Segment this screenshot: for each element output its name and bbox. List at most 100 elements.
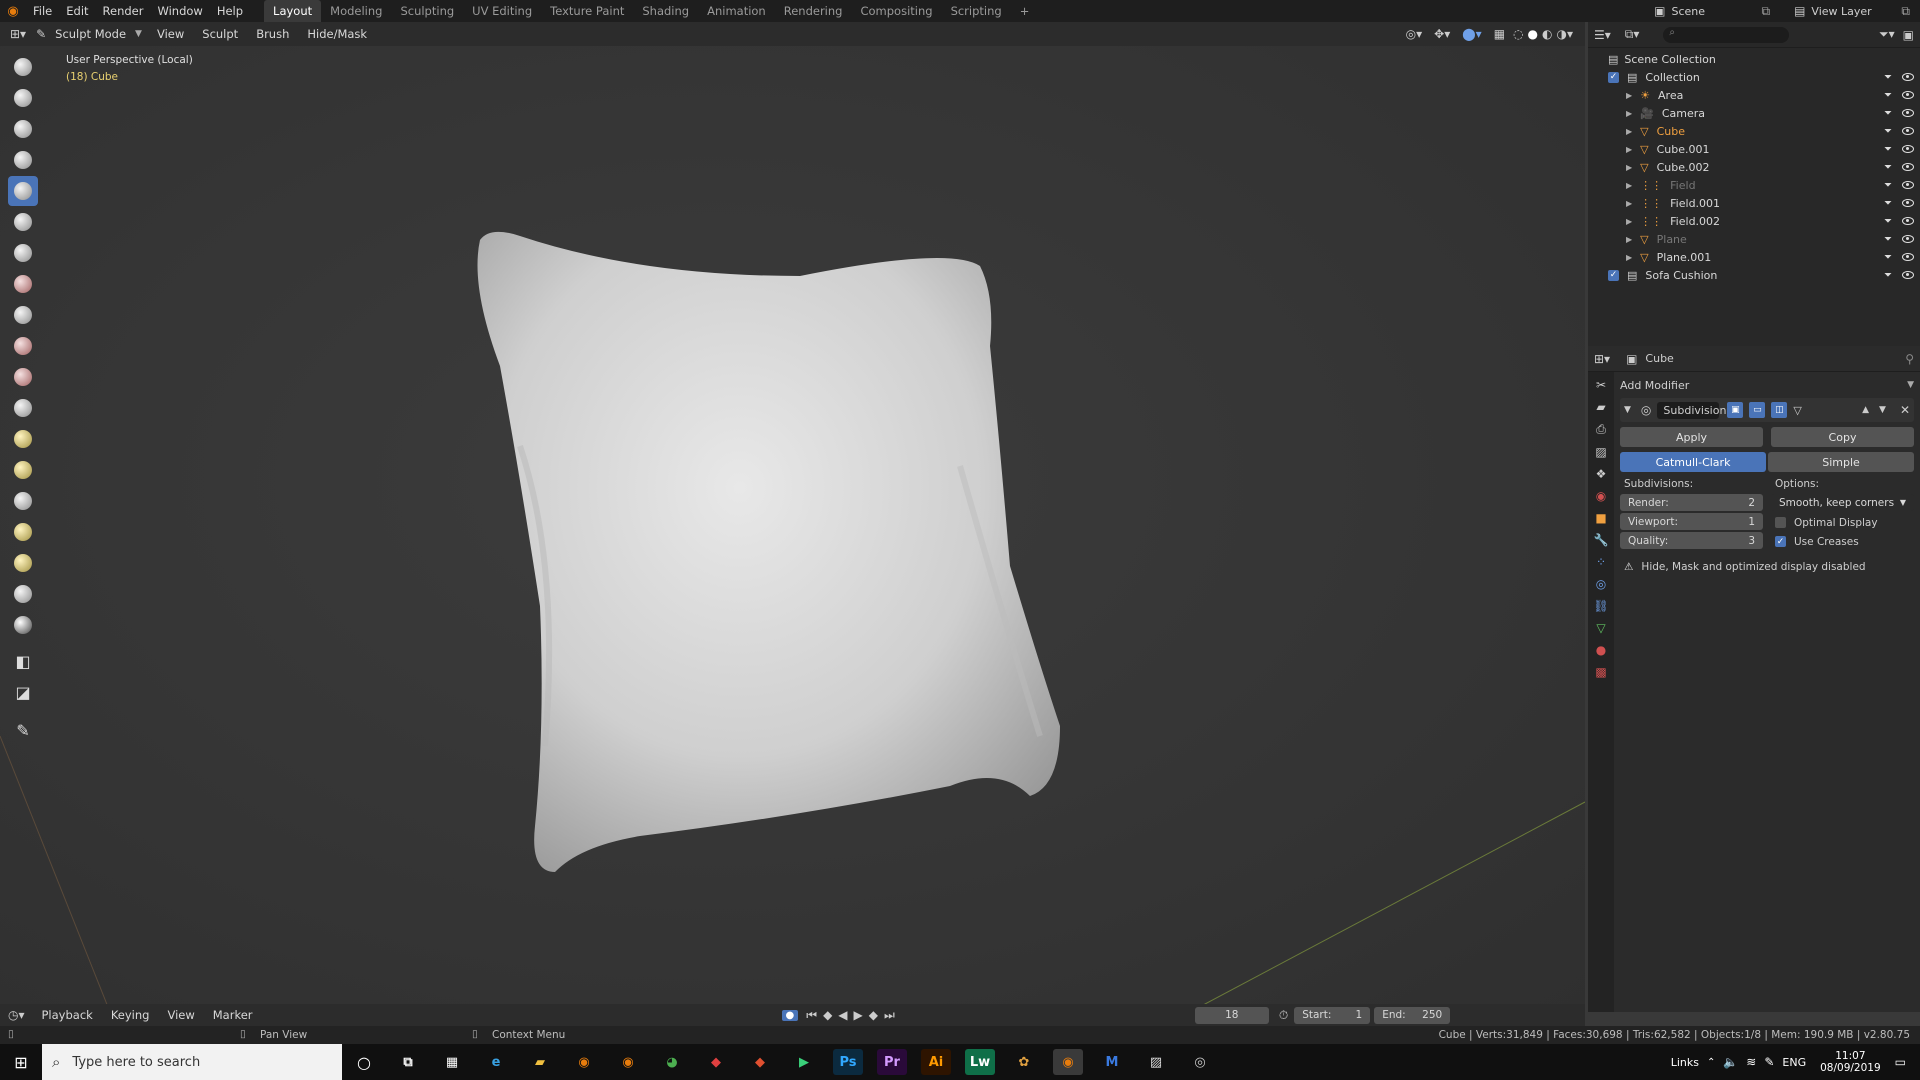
xray-icon[interactable]: ▦ bbox=[1494, 27, 1505, 41]
add-workspace-button[interactable]: + bbox=[1011, 0, 1039, 22]
quality-field[interactable]: Quality: 3 bbox=[1620, 532, 1763, 549]
view-layer-name[interactable]: View Layer bbox=[1811, 5, 1901, 18]
edge-icon[interactable]: e bbox=[481, 1049, 511, 1075]
taskbar-app-icon[interactable]: Ai bbox=[921, 1049, 951, 1075]
restrict-select-icon[interactable]: ⏷ bbox=[1884, 198, 1892, 209]
visibility-eye-icon[interactable] bbox=[1902, 109, 1914, 117]
blender-icon[interactable]: ◉ bbox=[569, 1049, 599, 1075]
outliner-root[interactable]: ▤ Scene Collection bbox=[1608, 50, 1920, 68]
object-tab-icon[interactable]: ■ bbox=[1595, 511, 1606, 525]
visibility-eye-icon[interactable] bbox=[1902, 217, 1914, 225]
visibility-eye-icon[interactable] bbox=[1902, 199, 1914, 207]
data-tab-icon[interactable]: ▽ bbox=[1596, 621, 1605, 635]
optimal-display-checkbox[interactable]: Optimal Display bbox=[1771, 513, 1914, 532]
visibility-eye-icon[interactable] bbox=[1902, 271, 1914, 279]
visibility-eye-icon[interactable] bbox=[1902, 253, 1914, 261]
timeline-editor-icon[interactable]: ◷▾ bbox=[0, 1008, 33, 1022]
expand-arrow-icon[interactable]: ▶ bbox=[1626, 163, 1632, 172]
pin-icon[interactable]: ⚲ bbox=[1905, 352, 1914, 366]
menu-hide-mask[interactable]: Hide/Mask bbox=[298, 27, 376, 41]
properties-type-icon[interactable]: ⊞▾ bbox=[1594, 352, 1610, 366]
menu-brush[interactable]: Brush bbox=[247, 27, 298, 41]
color-app-icon[interactable]: ✿ bbox=[1009, 1049, 1039, 1075]
outliner-item[interactable]: ▶ ⋮⋮ Field.002 ⏷ bbox=[1608, 212, 1920, 230]
restrict-select-icon[interactable]: ⏷ bbox=[1884, 144, 1892, 155]
viewport-levels-field[interactable]: Viewport: 1 bbox=[1620, 513, 1763, 530]
app-red-icon[interactable]: ◆ bbox=[701, 1049, 731, 1075]
menu-marker[interactable]: Marker bbox=[204, 1008, 262, 1022]
restrict-select-icon[interactable]: ⏷ bbox=[1884, 108, 1892, 119]
menu-file[interactable]: File bbox=[26, 0, 59, 22]
catmull-clark-button[interactable]: Catmull-Clark bbox=[1620, 452, 1766, 472]
menu-edit[interactable]: Edit bbox=[59, 0, 95, 22]
texture-tab-icon[interactable]: ▩ bbox=[1595, 665, 1606, 679]
blender-beta-icon[interactable]: ◉ bbox=[613, 1049, 643, 1075]
restrict-select-icon[interactable]: ⏷ bbox=[1884, 126, 1892, 137]
steam-icon[interactable]: ◎ bbox=[1185, 1049, 1215, 1075]
visibility-eye-icon[interactable] bbox=[1902, 181, 1914, 189]
render-levels-field[interactable]: Render: 2 bbox=[1620, 494, 1763, 511]
scrape-brush-icon[interactable] bbox=[8, 393, 38, 423]
restrict-select-icon[interactable]: ⏷ bbox=[1884, 90, 1892, 101]
filter-icon[interactable]: ⏷▾ bbox=[1879, 27, 1895, 42]
collection-checkbox[interactable]: ✓ bbox=[1608, 71, 1619, 83]
draw-sharp-brush-icon[interactable] bbox=[8, 83, 38, 113]
expand-arrow-icon[interactable]: ▶ bbox=[1626, 127, 1632, 136]
language-indicator[interactable]: ENG bbox=[1782, 1056, 1806, 1069]
outliner-item[interactable]: ✓ ▤ Sofa Cushion ⏷ bbox=[1608, 266, 1920, 284]
wireframe-shading-icon[interactable]: ◌ bbox=[1513, 27, 1523, 41]
menu-sculpt[interactable]: Sculpt bbox=[193, 27, 247, 41]
tab-texture-paint[interactable]: Texture Paint bbox=[541, 0, 633, 22]
clock[interactable]: 11:07 08/09/2019 bbox=[1820, 1050, 1881, 1074]
jump-start-icon[interactable]: ⏮ bbox=[806, 1008, 817, 1023]
restrict-select-icon[interactable]: ⏷ bbox=[1884, 270, 1892, 281]
view-layer-browse-icon[interactable]: ⧉ bbox=[1901, 4, 1910, 19]
rotate-brush-icon[interactable] bbox=[8, 579, 38, 609]
jump-end-icon[interactable]: ⏭ bbox=[884, 1008, 895, 1023]
constraints-tab-icon[interactable]: ⛓ bbox=[1593, 599, 1608, 613]
scene-tab-icon[interactable]: ❖ bbox=[1596, 467, 1607, 481]
tab-sculpting[interactable]: Sculpting bbox=[391, 0, 463, 22]
tab-uv-editing[interactable]: UV Editing bbox=[463, 0, 541, 22]
edit-mode-toggle-icon[interactable]: ▣ bbox=[1727, 402, 1744, 418]
pen-icon[interactable]: ✎ bbox=[1764, 1055, 1774, 1069]
outliner-item[interactable]: ▶ ▽ Cube ⏷ bbox=[1608, 122, 1920, 140]
clay-brush-icon[interactable] bbox=[8, 114, 38, 144]
visibility-eye-icon[interactable] bbox=[1902, 145, 1914, 153]
expand-arrow-icon[interactable]: ▶ bbox=[1626, 199, 1632, 208]
outliner-item[interactable]: ▶ ▽ Cube.002 ⏷ bbox=[1608, 158, 1920, 176]
editor-type-icon[interactable]: ⊞▾ bbox=[0, 27, 36, 41]
stopwatch-icon[interactable]: ⏱ bbox=[1279, 1008, 1288, 1023]
modifier-name-field[interactable]: Subdivision bbox=[1657, 401, 1726, 419]
media-player-icon[interactable]: ▶ bbox=[789, 1049, 819, 1075]
cortana-icon[interactable]: ○ bbox=[349, 1049, 379, 1075]
mode-selector[interactable]: Sculpt Mode bbox=[46, 27, 135, 41]
restrict-select-icon[interactable]: ⏷ bbox=[1884, 216, 1892, 227]
mask-brush-icon[interactable]: ◧ bbox=[8, 646, 38, 676]
uv-smooth-dropdown[interactable]: Smooth, keep corners ▼ bbox=[1771, 494, 1914, 511]
crease-brush-icon[interactable] bbox=[8, 269, 38, 299]
chevron-up-icon[interactable]: ⌃ bbox=[1707, 1057, 1715, 1068]
outliner-type-icon[interactable]: ☰▾ bbox=[1594, 28, 1611, 42]
expand-arrow-icon[interactable]: ▶ bbox=[1626, 217, 1632, 226]
nudge-brush-icon[interactable] bbox=[8, 548, 38, 578]
simple-button[interactable]: Simple bbox=[1768, 452, 1914, 472]
expand-arrow-icon[interactable]: ▶ bbox=[1626, 145, 1632, 154]
tab-layout[interactable]: Layout bbox=[264, 0, 322, 22]
play-reverse-icon[interactable]: ◀ bbox=[838, 1008, 847, 1022]
annotate-icon[interactable]: ✎ bbox=[8, 715, 38, 745]
outliner-item[interactable]: ▶ ⋮⋮ Field.001 ⏷ bbox=[1608, 194, 1920, 212]
visibility-eye-icon[interactable] bbox=[1902, 127, 1914, 135]
restrict-select-icon[interactable]: ⏷ bbox=[1884, 252, 1892, 263]
taskbar-app-icon[interactable]: Ps bbox=[833, 1049, 863, 1075]
outliner-item[interactable]: ✓ ▤ Collection ⏷ bbox=[1608, 68, 1920, 86]
gizmo-icon[interactable]: ✥▾ bbox=[1434, 27, 1450, 41]
menu-view[interactable]: View bbox=[148, 27, 193, 41]
taskbar-app-icon[interactable]: Lw bbox=[965, 1049, 995, 1075]
solid-shading-icon[interactable]: ● bbox=[1528, 27, 1538, 41]
move-up-icon[interactable]: ▲ bbox=[1862, 405, 1869, 415]
apply-button[interactable]: Apply bbox=[1620, 427, 1763, 447]
expand-arrow-icon[interactable]: ▶ bbox=[1626, 235, 1632, 244]
add-modifier-dropdown[interactable]: Add Modifier bbox=[1620, 379, 1907, 392]
snake-hook-brush-icon[interactable] bbox=[8, 486, 38, 516]
